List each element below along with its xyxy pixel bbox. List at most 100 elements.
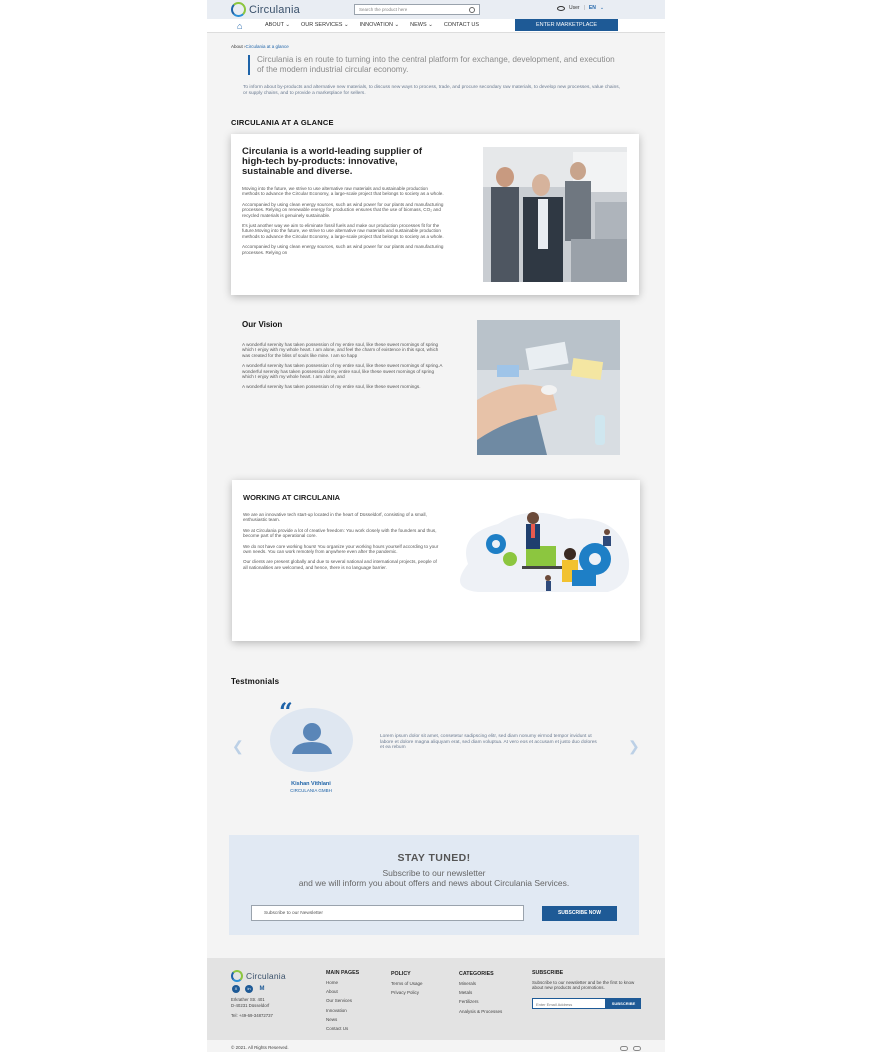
enter-marketplace-button[interactable]: ENTER MARKETPLACE [515, 19, 618, 31]
footer-email-input[interactable]: Enter Email Address [532, 998, 606, 1009]
nav-item-services[interactable]: OUR SERVICES ⌄ [301, 22, 349, 28]
footer-subscribe-heading-wrap: SUBSCRIBE [532, 969, 563, 978]
footer-categories: CATEGORIES Minerals Metals Fertilizers A… [459, 970, 502, 1016]
user-area[interactable]: User | EN ⌄ [557, 5, 604, 11]
search-placeholder: Search the product here [359, 7, 408, 12]
paragraph: A wonderful serenity has taken possessio… [242, 363, 443, 380]
business-meeting-photo [483, 147, 627, 282]
footer-link[interactable]: Minerals [459, 979, 502, 988]
working-heading: WORKING AT CIRCULANIA [243, 493, 341, 502]
breadcrumb-root[interactable]: About [231, 44, 243, 49]
xing-icon[interactable]: X [232, 985, 240, 993]
nav-label: NEWS [410, 22, 427, 28]
address-line: D-40231 Düsseldorf [231, 1003, 270, 1008]
logo-text: Circulania [246, 971, 286, 981]
footer-link[interactable]: Our Services [326, 996, 359, 1005]
newsletter-section: STAY TUNED! Subscribe to our newsletter … [229, 835, 639, 935]
quote-icon: “ [279, 697, 293, 726]
newsletter-subtitle: Subscribe to our newsletter and we will … [229, 868, 639, 888]
footer-heading: CATEGORIES [459, 971, 494, 977]
footer-link[interactable]: Terms of Usage [391, 979, 423, 988]
payment-icon [620, 1046, 628, 1051]
nav-item-news[interactable]: NEWS ⌄ [410, 22, 433, 28]
nav-label: OUR SERVICES [301, 22, 343, 28]
paragraph: A wonderful serenity has taken possessio… [242, 384, 421, 390]
paragraph: We are an innovative tech start-up locat… [243, 512, 427, 523]
nav-label: CONTACT US [443, 22, 480, 28]
nav-label: ABOUT [265, 22, 284, 28]
footer-heading: SUBSCRIBE [532, 970, 564, 976]
paragraph: A wonderful serenity has taken possessio… [242, 342, 439, 358]
footer-link[interactable]: About [326, 987, 359, 996]
section-title-glance: CIRCULANIA AT A GLANCE [231, 118, 334, 127]
paragraph: We do not have core working hours! You o… [243, 543, 439, 555]
social-links: X in M [232, 985, 266, 993]
payment-icon [633, 1046, 641, 1051]
testimonial-company: CIRCULANIA GMBH [290, 788, 332, 793]
footer-main-pages: MAIN PAGES Home About Our Services Innov… [326, 969, 359, 1033]
paragraph: Accompanied by using clean energy source… [242, 244, 444, 255]
working-card: WORKING AT CIRCULANIA We are an innovati… [232, 480, 640, 641]
linkedin-icon[interactable]: in [245, 985, 253, 993]
lead-quote: Circulania is en route to turning into t… [248, 55, 618, 75]
footer-link[interactable]: Innovation [326, 1006, 359, 1015]
testimonial-name: Kishan Vithlani [291, 781, 331, 787]
nav-item-innovation[interactable]: INNOVATION ⌄ [360, 22, 400, 28]
logo-icon [231, 970, 243, 982]
nav-item-about[interactable]: ABOUT ⌄ [265, 22, 290, 28]
subscribe-now-button[interactable]: SUBSCRIBE NOW [542, 906, 617, 921]
footer-heading: MAIN PAGES [326, 970, 360, 976]
vision-text: A wonderful serenity has taken possessio… [242, 342, 447, 390]
logo-text: Circulania [249, 3, 300, 16]
testimonial-text: Lorem ipsum dolor sit amet, consetetur s… [380, 734, 597, 751]
footer-subscribe-button[interactable]: SUBSCRIBE [606, 998, 641, 1009]
glance-text: Moving into the future, we strive to use… [242, 186, 444, 260]
footer-link[interactable]: Home [326, 978, 359, 987]
footer-policy: POLICY Terms of Usage Privacy Policy [391, 970, 423, 997]
paragraph: It's just another way we aim to eliminat… [242, 223, 444, 239]
glance-card: Circulania is a world-leading supplier o… [231, 134, 639, 295]
footer-link[interactable]: Metals [459, 988, 502, 997]
footer-address: Erkrather Str. 401 D-40231 Düsseldorf Te… [231, 997, 273, 1019]
search-icon[interactable] [469, 6, 475, 13]
separator: | [583, 5, 585, 11]
chevron-down-icon: ⌄ [599, 5, 605, 11]
footer-subscribe-text: Subscribe to our newsletter and be the f… [532, 980, 635, 990]
language-selector[interactable]: EN [589, 5, 596, 11]
paragraph: We at Circulania provide a lot of creati… [243, 527, 437, 539]
nav-item-contact[interactable]: CONTACT US [444, 22, 479, 28]
vision-heading: Our Vision [242, 320, 283, 329]
footer-link[interactable]: Fertilizers [459, 997, 502, 1006]
logo[interactable]: Circulania [231, 2, 300, 17]
copyright: © 2021. All Rights Reserved. [231, 1045, 289, 1050]
home-icon[interactable]: ⌂ [237, 21, 242, 31]
search-input[interactable]: Search the product here [354, 4, 480, 15]
testimonials-title: Testmonials [231, 677, 280, 686]
eye-icon [557, 5, 565, 11]
footer-link[interactable]: Analysis & Processes [459, 1007, 502, 1016]
paragraph: Our clients are present globally and due… [243, 559, 437, 570]
newsletter-email-input[interactable]: Subscribe to our Newsletter [251, 905, 524, 921]
team-work-photo [477, 320, 620, 455]
phone: Tel: +49-69-34872737 [231, 1013, 273, 1018]
chevron-right-icon[interactable]: ❯ [628, 738, 640, 755]
nav-label: INNOVATION [359, 22, 394, 28]
breadcrumb-current: Circulania at a glance [245, 44, 289, 49]
user-label[interactable]: User [569, 5, 580, 11]
paragraph: Accompanied by using clean energy source… [242, 201, 444, 218]
footer-heading: POLICY [391, 971, 411, 977]
medium-icon[interactable]: M [258, 985, 266, 993]
footer-link[interactable]: Contact Us [326, 1024, 359, 1033]
footer-link[interactable]: News [326, 1015, 359, 1024]
footer-link[interactable]: Privacy Policy [391, 988, 423, 997]
chevron-left-icon[interactable]: ❮ [232, 738, 244, 755]
logo-icon [231, 2, 246, 17]
vision-section: Our Vision [242, 320, 447, 329]
working-text: We are an innovative tech start-up locat… [243, 512, 439, 575]
teamwork-illustration [448, 504, 634, 594]
glance-heading: Circulania is a world-leading supplier o… [242, 146, 423, 177]
newsletter-title: STAY TUNED! [397, 852, 471, 864]
paragraph: Moving into the future, we strive to use… [242, 186, 444, 197]
newsletter-line: and we will inform you about offers and … [298, 878, 570, 888]
footer-logo[interactable]: Circulania [231, 970, 286, 982]
